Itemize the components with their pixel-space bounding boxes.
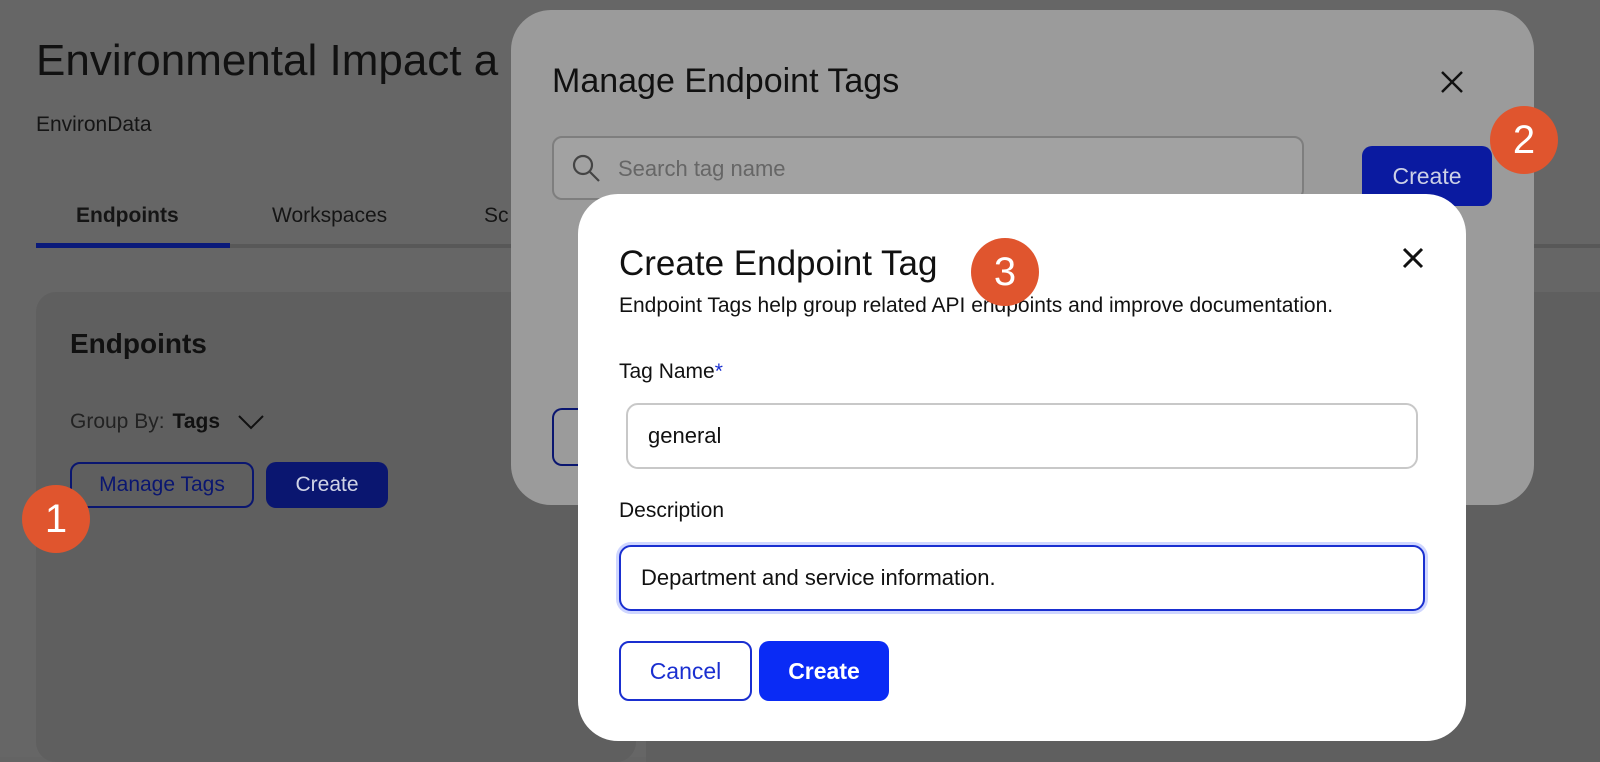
group-by-control[interactable]: Group By: Tags [70,410,266,434]
description-input[interactable] [619,545,1425,611]
group-by-value: Tags [172,410,221,433]
tab-endpoints[interactable]: Endpoints [76,204,179,228]
create-endpoint-button[interactable]: Create [266,462,388,508]
create-tag-button[interactable]: Create [759,641,889,701]
cancel-button[interactable]: Cancel [619,641,752,701]
chevron-down-icon [238,415,264,430]
active-tab-indicator [36,243,230,248]
group-by-label: Group By: [70,410,165,433]
step-badge-3: 3 [971,238,1039,306]
manage-close-icon[interactable] [1439,64,1465,102]
search-icon [572,154,600,182]
tab-workspaces[interactable]: Workspaces [272,204,387,228]
panel-title: Endpoints [70,328,207,359]
search-input[interactable] [616,144,1290,194]
page-subtitle: EnvironData [36,113,152,136]
manage-tags-button[interactable]: Manage Tags [70,462,254,508]
tag-search-box [552,136,1304,200]
manage-dialog-title: Manage Endpoint Tags [552,62,900,100]
step-badge-1: 1 [22,485,90,553]
required-marker: * [714,360,723,383]
page-title: Environmental Impact a [36,36,499,85]
create-close-icon[interactable] [1401,240,1425,276]
create-dialog-title: Create Endpoint Tag [619,244,938,283]
step-badge-2: 2 [1490,106,1558,174]
create-dialog-description: Endpoint Tags help group related API end… [619,294,1334,317]
description-label: Description [619,499,725,522]
tag-name-input[interactable] [626,403,1418,469]
tag-name-label: Tag Name* [619,360,723,383]
tab-third[interactable]: Sc [484,204,509,228]
